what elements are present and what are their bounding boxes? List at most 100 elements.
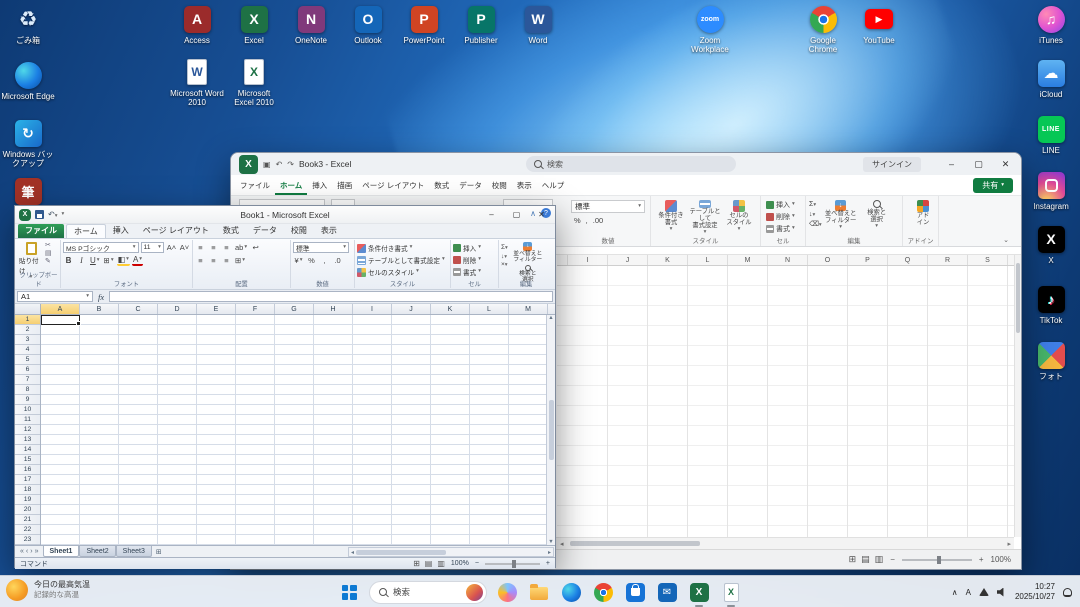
fill-color-button[interactable]: ◧▾	[117, 255, 130, 266]
column-header[interactable]: F	[236, 304, 275, 314]
ribbon-tab[interactable]: 校閲	[487, 175, 512, 195]
fill-button[interactable]: ↓▾	[501, 253, 508, 261]
ribbon-tab[interactable]: 表示	[512, 175, 537, 195]
desktop-icon-powerpoint[interactable]: P PowerPoint	[397, 4, 451, 45]
view-shortcuts[interactable]: ⊞ ▤ ▥	[413, 559, 445, 568]
row-header[interactable]: 9	[15, 395, 40, 405]
align-center-icon[interactable]: ≡	[208, 255, 219, 266]
row-header[interactable]: 17	[15, 475, 40, 485]
horizontal-scrollbar[interactable]: ◂ ▸	[348, 547, 554, 557]
zoom-out-icon[interactable]: −	[890, 555, 895, 564]
ribbon-tab[interactable]: 挿入	[307, 175, 332, 195]
column-header[interactable]: K	[648, 255, 688, 265]
share-button[interactable]: 共有▾	[973, 178, 1013, 193]
format-cells-button[interactable]: 書式 ▾	[764, 223, 802, 235]
column-header[interactable]: I	[353, 304, 392, 314]
ribbon-tab[interactable]: ページ レイアウト	[357, 175, 429, 195]
normal-view-icon[interactable]: ⊞	[413, 559, 420, 568]
zoom-slider-thumb[interactable]	[512, 560, 516, 568]
modern-sheet-grid[interactable]	[557, 266, 1014, 537]
ribbon-tab[interactable]: ファイル	[18, 224, 64, 238]
percent-icon[interactable]: %	[574, 216, 581, 225]
scrollbar-thumb[interactable]	[549, 400, 554, 460]
zoom-in-icon[interactable]: +	[979, 555, 984, 564]
wrap-text-icon[interactable]: ↩	[250, 242, 261, 253]
column-header[interactable]: H	[314, 304, 353, 314]
align-left-icon[interactable]: ≡	[195, 255, 206, 266]
format-cells-button[interactable]: 書式 ▾	[453, 266, 496, 278]
cells-area[interactable]	[41, 315, 546, 545]
currency-icon[interactable]: ¥▾	[293, 255, 304, 266]
row-header[interactable]: 6	[15, 365, 40, 375]
ribbon-tab[interactable]: 数式	[216, 224, 246, 238]
row-header[interactable]: 5	[15, 355, 40, 365]
sort-filter-button[interactable]: ↓ 並べ替えと フィルター	[510, 242, 546, 264]
cut-icon[interactable]: ✂	[45, 242, 52, 249]
page-break-view-icon[interactable]: ▥	[875, 554, 884, 565]
ribbon-tab[interactable]: 校閲	[284, 224, 314, 238]
bold-button[interactable]: B	[63, 255, 74, 266]
row-header[interactable]: 4	[15, 345, 40, 355]
network-icon[interactable]	[979, 588, 989, 596]
ribbon-tab[interactable]: ホーム	[275, 175, 307, 195]
row-header[interactable]: 14	[15, 445, 40, 455]
decimal-icon[interactable]: .00	[593, 216, 603, 225]
font-color-button[interactable]: A▾	[132, 255, 143, 266]
row-header[interactable]: 22	[15, 525, 40, 535]
cell-styles-button[interactable]: セルの スタイル ▾	[722, 199, 756, 235]
taskbar-search[interactable]: 検索	[369, 581, 487, 604]
column-header[interactable]: J	[392, 304, 431, 314]
font-name-dropdown[interactable]: MS Pゴシック ▾	[63, 242, 139, 253]
desktop-icon-tiktok[interactable]: ♪ TikTok	[1024, 284, 1078, 325]
copy-icon[interactable]: ▤	[45, 250, 52, 257]
hidden-icons-chevron[interactable]: ∧	[952, 588, 958, 597]
next-sheet-icon[interactable]: ›	[30, 548, 32, 555]
minimize-button[interactable]: –	[479, 206, 504, 223]
conditional-formatting-button[interactable]: 条件付き書式 ▾	[357, 242, 448, 254]
taskbar-edge[interactable]	[559, 580, 583, 604]
name-box[interactable]: A1 ▾	[17, 291, 93, 302]
align-bottom-icon[interactable]: ≡	[221, 242, 232, 253]
borders-button[interactable]: ⊞▾	[103, 255, 115, 266]
vertical-scrollbar[interactable]	[1014, 255, 1021, 537]
row-header[interactable]: 18	[15, 485, 40, 495]
find-select-button[interactable]: 検索と 選択 ▾	[860, 199, 894, 235]
desktop-icon-excel[interactable]: X Excel	[227, 4, 281, 45]
shrink-font-icon[interactable]: A˅	[179, 242, 190, 253]
scrollbar-thumb[interactable]	[356, 550, 446, 555]
ribbon-tab[interactable]: データ	[454, 175, 487, 195]
column-header[interactable]: O	[808, 255, 848, 265]
delete-cells-button[interactable]: 削除 ▾	[764, 211, 802, 223]
column-header[interactable]: R	[928, 255, 968, 265]
insert-function-icon[interactable]: fx	[95, 292, 107, 302]
row-header[interactable]: 10	[15, 405, 40, 415]
row-header[interactable]: 21	[15, 515, 40, 525]
autosum-button[interactable]: Σ▾	[501, 244, 508, 252]
last-sheet-icon[interactable]: »	[35, 548, 39, 555]
desktop-icon-x[interactable]: X X	[1024, 224, 1078, 265]
number-format-buttons[interactable]: % , .00	[569, 216, 647, 225]
ribbon-search-box[interactable]: 検索	[526, 156, 736, 172]
column-header[interactable]: C	[119, 304, 158, 314]
autosum-button[interactable]: Σ▾	[809, 201, 822, 209]
conditional-formatting-button[interactable]: 条件付き 書式 ▾	[654, 199, 688, 235]
addins-button[interactable]: アド イン	[906, 199, 940, 227]
zoom-level[interactable]: 100%	[451, 560, 469, 567]
vertical-scrollbar[interactable]: ▲ ▼	[546, 315, 555, 545]
modern-title-bar[interactable]: X ▣ ↶ ↷ Book3 - Excel 検索 サインイン – ▢ ✕	[231, 153, 1021, 175]
desktop-icon-youtube[interactable]: ▶ YouTube	[852, 4, 906, 45]
customize-qat-icon[interactable]: ▾	[61, 212, 64, 218]
taskbar-file-explorer[interactable]	[527, 580, 551, 604]
view-shortcuts[interactable]: ⊞ ▤ ▥	[849, 554, 884, 565]
ribbon-tab[interactable]: ホーム	[66, 224, 106, 238]
widgets-button[interactable]: 今日の最高気温 記録的な高温	[6, 579, 90, 601]
column-header[interactable]: D	[158, 304, 197, 314]
minimize-button[interactable]: –	[938, 153, 965, 175]
select-all-corner[interactable]	[15, 304, 41, 314]
row-header[interactable]: 7	[15, 375, 40, 385]
first-sheet-icon[interactable]: «	[20, 548, 24, 555]
number-format-dropdown[interactable]: 標準 ▾	[571, 200, 645, 213]
taskbar-excel-2010[interactable]: X	[719, 580, 743, 604]
clock[interactable]: 10:27 2025/10/27	[1015, 582, 1055, 603]
cell-styles-button[interactable]: セルのスタイル ▾	[357, 266, 448, 278]
